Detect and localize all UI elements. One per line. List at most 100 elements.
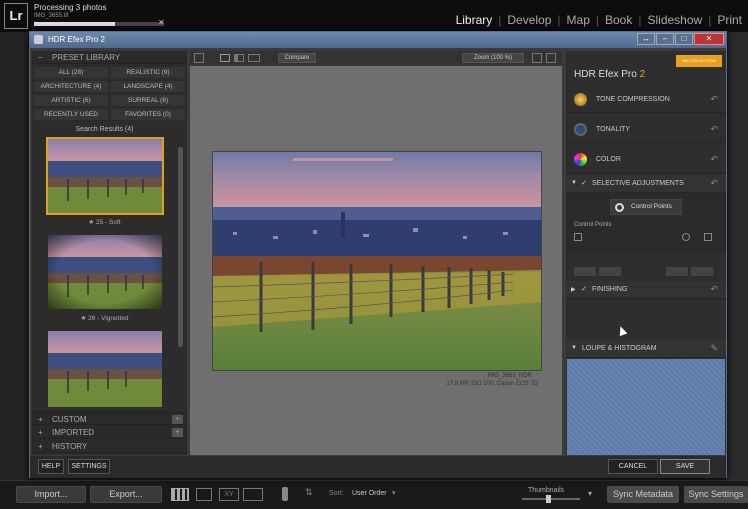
selective-adjustments-section[interactable]: ▼ ✓ SELECTIVE ADJUSTMENTS ↶ — [566, 175, 726, 193]
brand-title: HDR Efex Pro 2 — [574, 69, 645, 80]
activity-filename: IMG_3655.tif — [34, 13, 69, 19]
add-icon[interactable]: + — [172, 415, 183, 424]
expand-icon: + — [38, 415, 43, 424]
help-button[interactable]: HELP — [38, 459, 64, 474]
module-develop[interactable]: Develop — [501, 13, 557, 27]
sync-metadata-button[interactable]: Sync Metadata — [607, 486, 679, 503]
window-controls: ↔ – □ ✕ — [637, 33, 724, 45]
finishing-label: FINISHING — [592, 286, 628, 293]
dialog-title: HDR Efex Pro 2 — [48, 35, 105, 44]
tone-compression-section[interactable]: TONE COMPRESSION ↶ — [566, 85, 726, 113]
filter-surreal[interactable]: SURREAL (6) — [110, 94, 186, 107]
ungroup-button[interactable] — [691, 267, 713, 276]
export-button[interactable]: Export... — [90, 486, 162, 503]
custom-section[interactable]: + CUSTOM + — [32, 412, 187, 425]
background-toggle-icon[interactable] — [532, 53, 542, 63]
toolbar-options-icon[interactable]: ▾ — [588, 489, 592, 498]
compare-button[interactable]: Compare — [278, 53, 316, 63]
loupe-view[interactable] — [567, 359, 725, 455]
filter-favorites[interactable]: FAVORITES (0) — [110, 108, 186, 121]
import-button[interactable]: Import... — [16, 486, 86, 503]
single-view-icon[interactable] — [220, 54, 230, 62]
sort-select[interactable]: User Order — [352, 490, 387, 497]
color-section[interactable]: COLOR ↶ — [566, 145, 726, 173]
hide-panel-icon[interactable] — [194, 53, 204, 63]
minimize-icon[interactable]: – — [656, 33, 674, 45]
next-point-button[interactable] — [599, 267, 621, 276]
reset-icon[interactable]: ↶ — [710, 124, 718, 135]
tonality-section[interactable]: TONALITY ↶ — [566, 115, 726, 143]
search-results-label: Search Results (4) — [75, 126, 134, 133]
maximize-icon[interactable]: □ — [675, 33, 693, 45]
filter-all[interactable]: ALL (28) — [33, 66, 109, 79]
hdr-efex-dialog: HDR Efex Pro 2 ↔ – □ ✕ − PRESET LIBRARY … — [29, 31, 727, 478]
thumbnail-size-slider[interactable] — [522, 498, 580, 500]
preset-thumbnail[interactable] — [46, 137, 164, 215]
module-library[interactable]: Library — [450, 13, 499, 27]
filter-architecture[interactable]: ARCHITECTURE (4) — [33, 80, 109, 93]
module-slideshow[interactable]: Slideshow — [641, 13, 708, 27]
thumbnail-slider-handle[interactable] — [546, 495, 551, 503]
survey-view-icon[interactable] — [243, 488, 263, 501]
adjustments-panel: NIK COLLECTION HDR Efex Pro 2 TONE COMPR… — [566, 51, 726, 455]
sun-icon — [574, 93, 587, 106]
dialog-footer: HELP SETTINGS CANCEL SAVE — [30, 456, 726, 478]
preset-thumbnail-image — [48, 331, 162, 407]
filter-landscape[interactable]: LANDSCAPE (4) — [110, 80, 186, 93]
module-book[interactable]: Book — [599, 13, 638, 27]
group-button[interactable] — [666, 267, 688, 276]
save-button[interactable]: SAVE — [660, 459, 710, 474]
checkmark-icon[interactable]: ✓ — [581, 285, 587, 293]
preset-library-header[interactable]: − PRESET LIBRARY — [32, 51, 187, 64]
preset-label: ★ 25 - Soft — [88, 219, 121, 226]
preset-panel: − PRESET LIBRARY ALL (28) REALISTIC (9) … — [32, 51, 187, 455]
reset-icon[interactable]: ↶ — [710, 284, 718, 295]
filter-artistic[interactable]: ARTISTIC (6) — [33, 94, 109, 107]
sync-settings-button[interactable]: Sync Settings — [684, 486, 748, 503]
spray-can-icon[interactable] — [282, 487, 288, 501]
loupe-histogram-section[interactable]: ▼ LOUPE & HISTOGRAM ✎ — [566, 340, 726, 358]
finishing-section[interactable]: ▶ ✓ FINISHING ↶ — [566, 281, 726, 299]
zoom-button[interactable]: Zoom (100 %) — [462, 53, 524, 63]
preset-scrollbar[interactable] — [178, 147, 183, 347]
preset-thumbnail[interactable] — [46, 233, 164, 311]
loupe-view-icon[interactable] — [196, 488, 212, 501]
reset-icon[interactable]: ↶ — [710, 154, 718, 165]
control-points-button[interactable]: Control Points — [610, 199, 682, 215]
resize-icon[interactable]: ↔ — [637, 33, 655, 45]
filter-realistic[interactable]: REALISTIC (9) — [110, 66, 186, 79]
side-by-side-icon[interactable] — [248, 54, 260, 62]
cancel-button[interactable]: CANCEL — [608, 459, 658, 474]
reset-icon[interactable]: ↶ — [710, 94, 718, 105]
reset-icon[interactable]: ↶ — [710, 178, 718, 189]
history-label: HISTORY — [52, 442, 88, 451]
module-map[interactable]: Map — [561, 13, 596, 27]
photo-filename: IMG_3653_HDR — [487, 373, 532, 379]
circle-icon[interactable] — [682, 233, 690, 241]
grid-view-icon[interactable] — [171, 488, 189, 501]
checkmark-icon[interactable]: ✓ — [581, 179, 587, 187]
filter-recently-used[interactable]: RECENTLY USED — [33, 108, 109, 121]
pin-icon[interactable]: ✎ — [710, 343, 718, 354]
cancel-activity-icon[interactable]: ✕ — [158, 18, 165, 27]
add-icon[interactable]: + — [172, 428, 183, 437]
hide-right-panel-icon[interactable] — [546, 53, 556, 63]
prev-point-button[interactable] — [574, 267, 596, 276]
chevron-down-icon: ▾ — [392, 490, 396, 497]
delete-point-icon[interactable] — [704, 233, 712, 241]
sort-direction-icon[interactable]: ⇅ — [305, 487, 313, 498]
preset-thumbnail-image — [48, 139, 162, 213]
show-mask-icon[interactable] — [574, 233, 582, 241]
preset-thumbnail-image — [48, 235, 162, 309]
custom-label: CUSTOM — [52, 415, 87, 424]
imported-section[interactable]: + IMPORTED + — [32, 426, 187, 439]
split-view-icon[interactable] — [234, 54, 244, 62]
module-print[interactable]: Print — [711, 13, 748, 27]
settings-button[interactable]: SETTINGS — [68, 459, 110, 474]
preview-photo[interactable] — [212, 151, 542, 371]
preset-thumbnail[interactable] — [46, 329, 164, 409]
close-icon[interactable]: ✕ — [694, 33, 724, 45]
compare-view-icon[interactable]: XY — [219, 488, 239, 501]
history-section[interactable]: + HISTORY — [32, 440, 187, 453]
activity-status: Processing 3 photos — [34, 3, 107, 12]
